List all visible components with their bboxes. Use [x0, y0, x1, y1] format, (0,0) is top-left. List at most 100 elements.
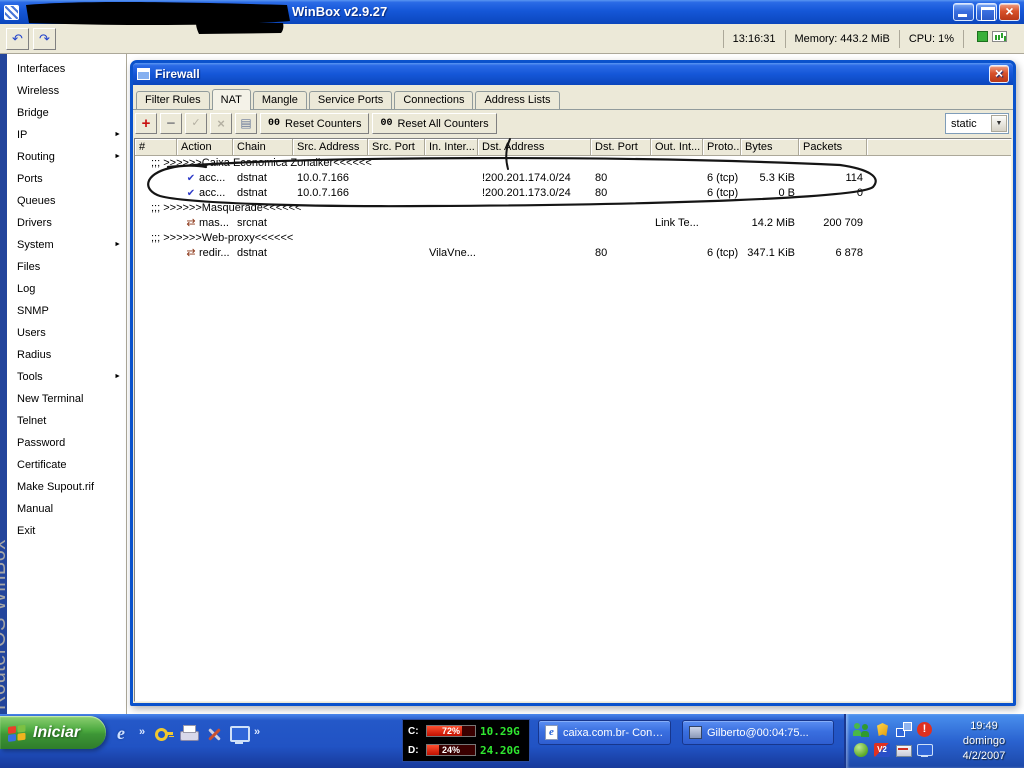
tab-nat[interactable]: NAT [211, 89, 251, 110]
comment-icon[interactable]: ▤ [235, 113, 257, 134]
taskbar-button-label: Gilberto@00:04:75... [707, 726, 809, 739]
sidebar-item-make-supout-rif[interactable]: Make Supout.rif [7, 476, 126, 498]
sidebar-item-bridge[interactable]: Bridge [7, 102, 126, 124]
sidebar-item-label: Manual [17, 503, 54, 515]
cell-bytes: 14.2 MiB [751, 217, 795, 229]
chevron-icon[interactable] [254, 723, 264, 745]
sidebar-item-telnet[interactable]: Telnet [7, 410, 126, 432]
redo-button[interactable]: ↷ [33, 27, 56, 50]
sidebar-item-interfaces[interactable]: Interfaces [7, 58, 126, 80]
chevron-down-icon[interactable]: ▼ [991, 115, 1007, 132]
sidebar-item-system[interactable]: System ► [7, 234, 126, 256]
tab-connections[interactable]: Connections [394, 91, 474, 109]
sidebar-item-queues[interactable]: Queues [7, 190, 126, 212]
tools-icon[interactable] [204, 723, 224, 745]
comment-row[interactable]: ;;; >>>>>>Web-proxy<<<<<< [135, 231, 1011, 246]
update-icon[interactable] [853, 742, 870, 759]
monitor-icon[interactable] [229, 723, 250, 745]
submenu-arrow-icon: ► [114, 153, 121, 160]
comment-row-text: ;;; >>>>>>Web-proxy<<<<<< [151, 232, 294, 244]
column-header-bytes[interactable]: Bytes [741, 139, 799, 155]
network-icon[interactable] [895, 721, 912, 738]
cell-dst_address: !200.201.173.0/24 [482, 187, 571, 199]
remove-icon[interactable]: − [160, 113, 182, 134]
maximize-button[interactable] [976, 3, 997, 21]
sidebar-item-ip[interactable]: IP ► [7, 124, 126, 146]
sidebar-item-wireless[interactable]: Wireless [7, 80, 126, 102]
column-header-packets[interactable]: Packets [799, 139, 867, 155]
tray-icons [853, 721, 945, 759]
sidebar-item-snmp[interactable]: SNMP [7, 300, 126, 322]
taskbar-button-caixa-com-br-cone[interactable]: caixa.com.br- Cone... [538, 720, 671, 745]
column-header-src-port[interactable]: Src. Port [368, 139, 425, 155]
tab-service-ports[interactable]: Service Ports [308, 91, 393, 109]
shield-icon[interactable] [874, 721, 891, 738]
sidebar-item-new-terminal[interactable]: New Terminal [7, 388, 126, 410]
close-button[interactable] [999, 3, 1020, 21]
tab-filter-rules[interactable]: Filter Rules [136, 91, 210, 109]
rule-row[interactable]: ✔ acc... dstnat 10.0.7.166 !200.201.173.0/24… [135, 186, 1011, 201]
column-header-dst-address[interactable]: Dst. Address [478, 139, 591, 155]
rule-row[interactable]: ⇄ mas... srcnat Link Te... 14.2 MiB 200 709 [135, 216, 1011, 231]
sidebar-item-password[interactable]: Password [7, 432, 126, 454]
sidebar-item-tools[interactable]: Tools ► [7, 366, 126, 388]
column-header-proto[interactable]: Proto... [703, 139, 741, 155]
rule-filter-dropdown[interactable]: static ▼ [945, 113, 1009, 134]
tab-mangle[interactable]: Mangle [252, 91, 307, 109]
sidebar-item-ports[interactable]: Ports [7, 168, 126, 190]
link-indicator-icon[interactable] [977, 30, 988, 42]
sidebar-item-drivers[interactable]: Drivers [7, 212, 126, 234]
firewall-close-button[interactable] [989, 65, 1009, 83]
rule-row[interactable]: ✔ acc... dstnat 10.0.7.166 !200.201.174.0/24… [135, 171, 1011, 186]
printer-icon[interactable] [179, 723, 199, 745]
comment-row[interactable]: ;;; >>>>>>Caixa Economica Zonaiker<<<<<< [135, 156, 1011, 171]
sidebar-item-radius[interactable]: Radius [7, 344, 126, 366]
reset-all-counters-button[interactable]: 00 Reset All Counters [372, 113, 497, 134]
column-header-src-address[interactable]: Src. Address [293, 139, 368, 155]
firewall-window[interactable]: Firewall Filter RulesNATMangleService Po… [130, 60, 1016, 706]
column-header-in-inter[interactable]: In. Inter... [425, 139, 478, 155]
rule-row[interactable]: ⇄ redir... dstnat VilaVne... 80 6 (tcp) 347.1 … [135, 246, 1011, 261]
sidebar-item-label: SNMP [17, 305, 49, 317]
disable-icon[interactable]: × [210, 113, 232, 134]
column-header-[interactable]: # [135, 139, 177, 155]
add-icon[interactable]: + [135, 113, 157, 134]
routeros-winbox-brand: RouterOS WinBox [0, 539, 10, 710]
sidebar-item-certificate[interactable]: Certificate [7, 454, 126, 476]
users-icon[interactable] [853, 721, 870, 738]
column-header-chain[interactable]: Chain [233, 139, 293, 155]
work-area: Interfaces Wireless Bridge IP ► Routing ► Ports… [0, 54, 1024, 714]
traffic-graph-icon[interactable] [992, 30, 1007, 42]
column-header-out-int[interactable]: Out. Int... [651, 139, 703, 155]
sidebar-item-routing[interactable]: Routing ► [7, 146, 126, 168]
alert-icon[interactable] [916, 721, 933, 738]
monitor-icon[interactable] [916, 742, 933, 759]
column-header-dst-port[interactable]: Dst. Port [591, 139, 651, 155]
v2-icon[interactable] [874, 742, 891, 759]
firewall-titlebar[interactable]: Firewall [133, 63, 1013, 85]
sidebar-item-exit[interactable]: Exit [7, 520, 126, 542]
start-button[interactable]: Iniciar [0, 716, 106, 749]
winbox-app-icon [4, 4, 19, 20]
usage-bar: 24% [426, 744, 476, 756]
comment-row[interactable]: ;;; >>>>>>Masquerade<<<<<< [135, 201, 1011, 216]
enable-icon[interactable]: ✓ [185, 113, 207, 134]
column-header-action[interactable]: Action [177, 139, 233, 155]
taskbar-button-gilberto-00-04-75[interactable]: Gilberto@00:04:75... [682, 720, 834, 745]
minimize-button[interactable] [953, 3, 974, 21]
key-icon[interactable] [154, 723, 174, 745]
sidebar-item-log[interactable]: Log [7, 278, 126, 300]
tab-address-lists[interactable]: Address Lists [475, 91, 560, 109]
sidebar-item-manual[interactable]: Manual [7, 498, 126, 520]
drive-label: D: [408, 744, 419, 756]
tray-clock[interactable]: 19:49 domingo 4/2/2007 [948, 719, 1020, 764]
sidebar-item-label: Ports [17, 173, 43, 185]
reset-counters-button[interactable]: 00 Reset Counters [260, 113, 370, 134]
app-titlebar[interactable]: WinBox v2.9.27 [0, 0, 1024, 24]
ie-icon[interactable] [114, 723, 134, 745]
sidebar-item-users[interactable]: Users [7, 322, 126, 344]
sidebar-item-files[interactable]: Files [7, 256, 126, 278]
undo-button[interactable]: ↶ [6, 27, 29, 50]
chevron-icon[interactable] [139, 723, 149, 745]
scanner-icon[interactable] [895, 742, 912, 759]
